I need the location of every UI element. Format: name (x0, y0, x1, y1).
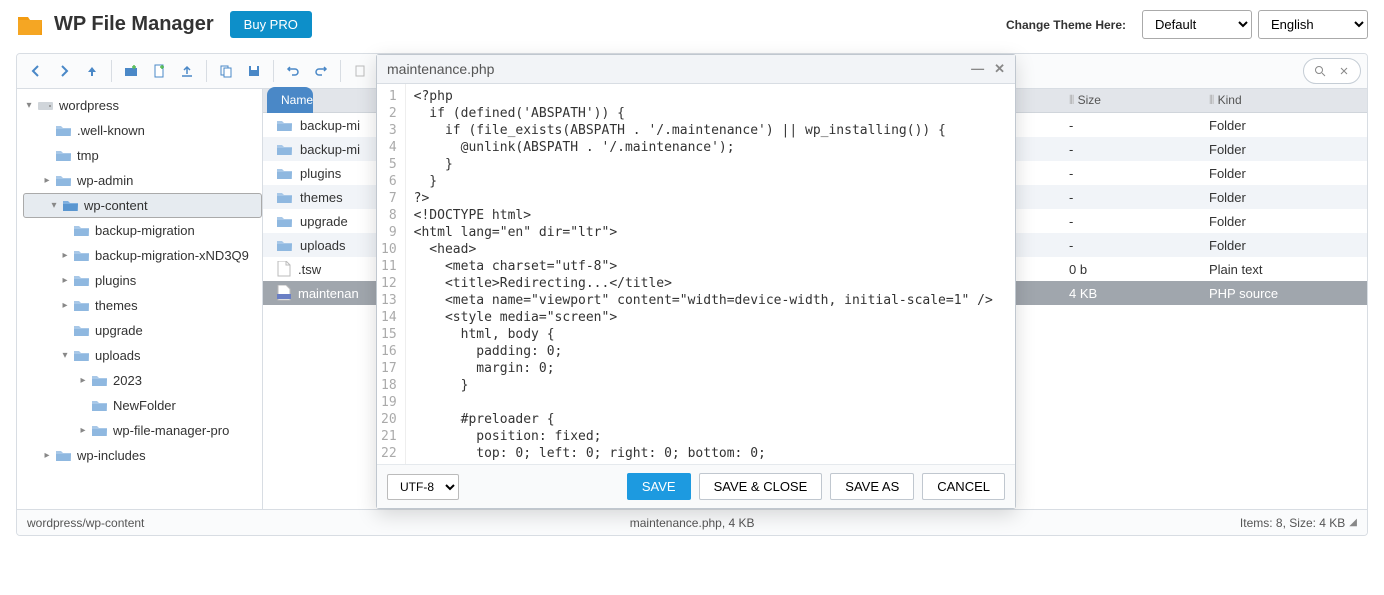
dialog-title: maintenance.php (387, 61, 494, 77)
folder-icon (92, 374, 108, 387)
folder-icon (74, 324, 90, 337)
encoding-select[interactable]: UTF-8 (387, 474, 459, 500)
col-kind-header[interactable]: ⦀ Kind (1197, 93, 1367, 108)
folder-icon (277, 119, 293, 132)
dialog-save-button[interactable]: SAVE (627, 473, 691, 500)
theme-select[interactable]: Default (1142, 10, 1252, 39)
app-logo-icon (16, 11, 44, 39)
status-summary: Items: 8, Size: 4 KB (1240, 516, 1345, 530)
dialog-save-as-button[interactable]: SAVE AS (830, 473, 914, 500)
folder-icon (277, 167, 293, 180)
dialog-save-close-button[interactable]: SAVE & CLOSE (699, 473, 823, 500)
code-editor[interactable]: 12345678910111213141516171819202122 <?ph… (377, 84, 1015, 464)
tree-node[interactable]: ▸themes (17, 293, 262, 318)
folder-icon (92, 399, 108, 412)
tree-node[interactable]: tmp (17, 143, 262, 168)
folder-icon (277, 191, 293, 204)
folder-icon (277, 239, 293, 252)
folder-icon (56, 174, 72, 187)
folder-icon (63, 199, 79, 212)
tree-node[interactable]: ▸wp-includes (17, 443, 262, 468)
tree-node[interactable]: upgrade (17, 318, 262, 343)
copy-button[interactable] (213, 58, 239, 84)
status-path: wordpress/wp-content (27, 516, 144, 530)
search-icon (1308, 61, 1332, 81)
status-bar: wordpress/wp-content maintenance.php, 4 … (17, 509, 1367, 535)
folder-icon (56, 149, 72, 162)
tree-node[interactable]: backup-migration (17, 218, 262, 243)
undo-button[interactable] (280, 58, 306, 84)
tree-node[interactable]: ▸2023 (17, 368, 262, 393)
app-header: WP File Manager Buy PRO Change Theme Her… (0, 0, 1384, 53)
resize-handle-icon[interactable]: ◢ (1349, 517, 1357, 528)
clipboard-copy-button[interactable] (347, 58, 373, 84)
new-folder-button[interactable] (118, 58, 144, 84)
tree-node[interactable]: NewFolder (17, 393, 262, 418)
save-button[interactable] (241, 58, 267, 84)
folder-icon (56, 449, 72, 462)
upload-button[interactable] (174, 58, 200, 84)
code-content[interactable]: <?php if (defined('ABSPATH')) { if (file… (406, 84, 1015, 464)
folder-icon (74, 349, 90, 362)
new-file-button[interactable] (146, 58, 172, 84)
folder-icon (74, 224, 90, 237)
dialog-footer: UTF-8 SAVE SAVE & CLOSE SAVE AS CANCEL (377, 464, 1015, 508)
editor-dialog: maintenance.php — ✕ 12345678910111213141… (376, 54, 1016, 509)
theme-label: Change Theme Here: (1006, 18, 1126, 32)
up-button[interactable] (79, 58, 105, 84)
folder-icon (74, 274, 90, 287)
dialog-titlebar[interactable]: maintenance.php — ✕ (377, 55, 1015, 84)
minimize-icon[interactable]: — (971, 61, 984, 77)
clear-search-icon[interactable] (1332, 61, 1356, 81)
folder-icon (277, 215, 293, 228)
col-size-header[interactable]: ⦀ Size (1057, 93, 1197, 108)
app-title: WP File Manager (54, 13, 214, 36)
tree-node[interactable]: .well-known (17, 118, 262, 143)
line-gutter: 12345678910111213141516171819202122 (377, 84, 406, 464)
back-button[interactable] (23, 58, 49, 84)
folder-tree[interactable]: ▾wordpress.well-knowntmp▸wp-admin▾wp-con… (17, 89, 263, 509)
redo-button[interactable] (308, 58, 334, 84)
php-icon (277, 285, 291, 301)
folder-icon (277, 143, 293, 156)
tree-node[interactable]: ▾wordpress (17, 93, 262, 118)
status-selection: maintenance.php, 4 KB (144, 516, 1240, 530)
forward-button[interactable] (51, 58, 77, 84)
folder-icon (38, 99, 54, 112)
tree-node[interactable]: ▾wp-content (23, 193, 262, 218)
file-icon (277, 261, 291, 277)
close-icon[interactable]: ✕ (994, 61, 1005, 77)
tree-node[interactable]: ▸plugins (17, 268, 262, 293)
language-select[interactable]: English (1258, 10, 1368, 39)
folder-icon (74, 249, 90, 262)
folder-icon (92, 424, 108, 437)
dialog-cancel-button[interactable]: CANCEL (922, 473, 1005, 500)
tree-node[interactable]: ▾uploads (17, 343, 262, 368)
search-box[interactable] (1303, 58, 1361, 84)
tree-node[interactable]: ▸wp-file-manager-pro (17, 418, 262, 443)
folder-icon (56, 124, 72, 137)
buy-pro-button[interactable]: Buy PRO (230, 11, 312, 38)
folder-icon (74, 299, 90, 312)
tree-node[interactable]: ▸wp-admin (17, 168, 262, 193)
tree-node[interactable]: ▸backup-migration-xND3Q9 (17, 243, 262, 268)
col-name-header[interactable]: Name (267, 87, 313, 113)
